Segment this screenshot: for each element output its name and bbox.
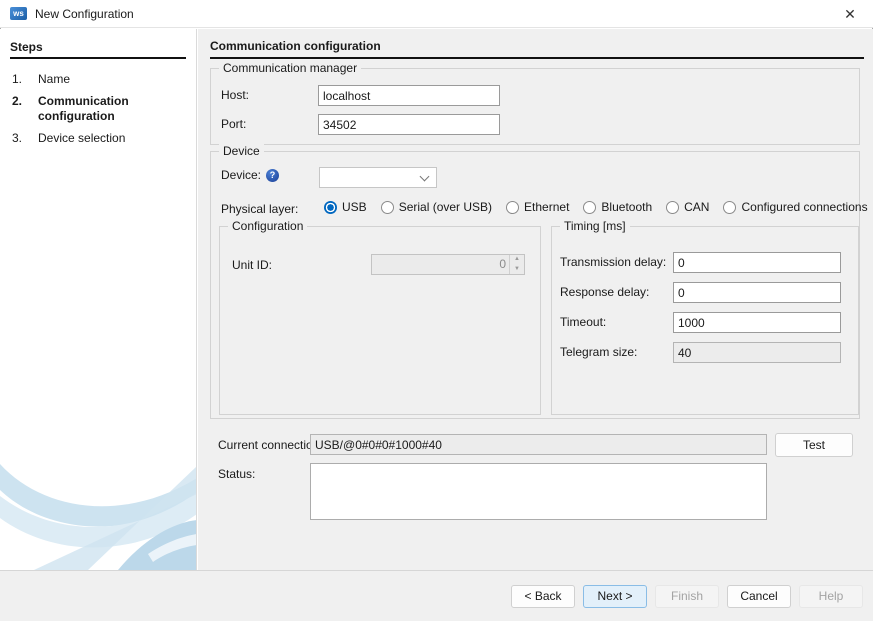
radio-bluetooth[interactable]: Bluetooth bbox=[583, 200, 652, 214]
radio-label: CAN bbox=[684, 200, 709, 214]
step-item-device-selection: 3. Device selection bbox=[0, 131, 196, 153]
response-delay-label: Response delay: bbox=[560, 282, 649, 303]
unit-id-stepper: 0 ▲ ▼ bbox=[371, 254, 525, 275]
cancel-button[interactable]: Cancel bbox=[727, 585, 791, 608]
timeout-field[interactable] bbox=[673, 312, 841, 333]
transmission-delay-field[interactable] bbox=[673, 252, 841, 273]
title-bar: ws New Configuration ✕ bbox=[0, 0, 873, 28]
radio-icon bbox=[666, 201, 679, 214]
back-button[interactable]: < Back bbox=[511, 585, 575, 608]
host-field[interactable] bbox=[318, 85, 500, 106]
new-configuration-dialog: ws New Configuration ✕ Steps 1. Name 2. … bbox=[0, 0, 873, 621]
app-logo-icon: ws bbox=[10, 7, 27, 20]
communication-manager-group: Communication manager Host: Port: bbox=[210, 68, 860, 145]
wizard-page: Communication configuration Communicatio… bbox=[198, 29, 873, 570]
step-item-communication-configuration: 2. Communication configuration bbox=[0, 94, 196, 131]
radio-ethernet[interactable]: Ethernet bbox=[506, 200, 569, 214]
radio-configured-connections[interactable]: Configured connections bbox=[723, 200, 867, 214]
radio-usb[interactable]: USB bbox=[324, 200, 367, 214]
page-title: Communication configuration bbox=[210, 39, 864, 59]
timeout-label: Timeout: bbox=[560, 312, 606, 333]
spinner-down-icon: ▼ bbox=[510, 265, 524, 275]
help-icon[interactable]: ? bbox=[266, 169, 279, 182]
current-connection-label: Current connection: bbox=[218, 435, 323, 456]
step-number: 1. bbox=[12, 72, 38, 87]
device-label: Device: bbox=[221, 168, 261, 182]
status-label: Status: bbox=[218, 464, 255, 485]
unit-id-value: 0 bbox=[372, 255, 509, 274]
test-button[interactable]: Test bbox=[775, 433, 853, 457]
radio-label: USB bbox=[342, 200, 367, 214]
telegram-size-field bbox=[673, 342, 841, 363]
unit-id-label: Unit ID: bbox=[232, 255, 272, 276]
spinner-buttons: ▲ ▼ bbox=[509, 255, 524, 274]
radio-can[interactable]: CAN bbox=[666, 200, 709, 214]
step-label: Device selection bbox=[38, 131, 160, 146]
next-button[interactable]: Next > bbox=[583, 585, 647, 608]
steps-sidebar: Steps 1. Name 2. Communication configura… bbox=[0, 29, 197, 570]
status-box[interactable] bbox=[310, 463, 767, 520]
response-delay-field[interactable] bbox=[673, 282, 841, 303]
step-label: Name bbox=[38, 72, 160, 87]
physical-layer-label: Physical layer: bbox=[221, 202, 298, 217]
radio-icon bbox=[506, 201, 519, 214]
radio-label: Bluetooth bbox=[601, 200, 652, 214]
radio-serial-over-usb[interactable]: Serial (over USB) bbox=[381, 200, 492, 214]
physical-layer-options: USB Serial (over USB) Ethernet Bluetooth… bbox=[324, 200, 868, 214]
device-dropdown[interactable] bbox=[319, 167, 437, 188]
port-label: Port: bbox=[221, 114, 246, 135]
radio-icon bbox=[324, 201, 337, 214]
group-title: Device bbox=[219, 144, 264, 158]
spinner-up-icon: ▲ bbox=[510, 255, 524, 265]
telegram-size-label: Telegram size: bbox=[560, 342, 637, 363]
timing-group: Timing [ms] Transmission delay: Response… bbox=[551, 226, 859, 415]
watermark-graphic bbox=[0, 452, 197, 570]
help-button: Help bbox=[799, 585, 863, 608]
transmission-delay-label: Transmission delay: bbox=[560, 252, 666, 273]
finish-button: Finish bbox=[655, 585, 719, 608]
port-field[interactable] bbox=[318, 114, 500, 135]
radio-label: Configured connections bbox=[741, 200, 867, 214]
step-number: 2. bbox=[12, 94, 38, 124]
radio-label: Serial (over USB) bbox=[399, 200, 492, 214]
current-connection-field bbox=[310, 434, 767, 455]
radio-icon bbox=[381, 201, 394, 214]
window-title: New Configuration bbox=[35, 7, 134, 21]
host-label: Host: bbox=[221, 85, 249, 106]
step-number: 3. bbox=[12, 131, 38, 146]
step-label: Communication configuration bbox=[38, 94, 160, 124]
device-group: Device Device: ? Physical layer: USB Ser… bbox=[210, 151, 860, 419]
group-title: Configuration bbox=[228, 219, 307, 233]
close-icon[interactable]: ✕ bbox=[833, 0, 867, 28]
group-title: Communication manager bbox=[219, 61, 361, 75]
step-item-name: 1. Name bbox=[0, 72, 196, 94]
steps-list: 1. Name 2. Communication configuration 3… bbox=[0, 72, 196, 153]
group-title: Timing [ms] bbox=[560, 219, 630, 233]
steps-heading: Steps bbox=[10, 40, 186, 59]
radio-icon bbox=[583, 201, 596, 214]
configuration-group: Configuration Unit ID: 0 ▲ ▼ bbox=[219, 226, 541, 415]
chevron-down-icon bbox=[420, 171, 430, 181]
radio-label: Ethernet bbox=[524, 200, 569, 214]
radio-icon bbox=[723, 201, 736, 214]
wizard-footer: < Back Next > Finish Cancel Help bbox=[0, 570, 873, 621]
